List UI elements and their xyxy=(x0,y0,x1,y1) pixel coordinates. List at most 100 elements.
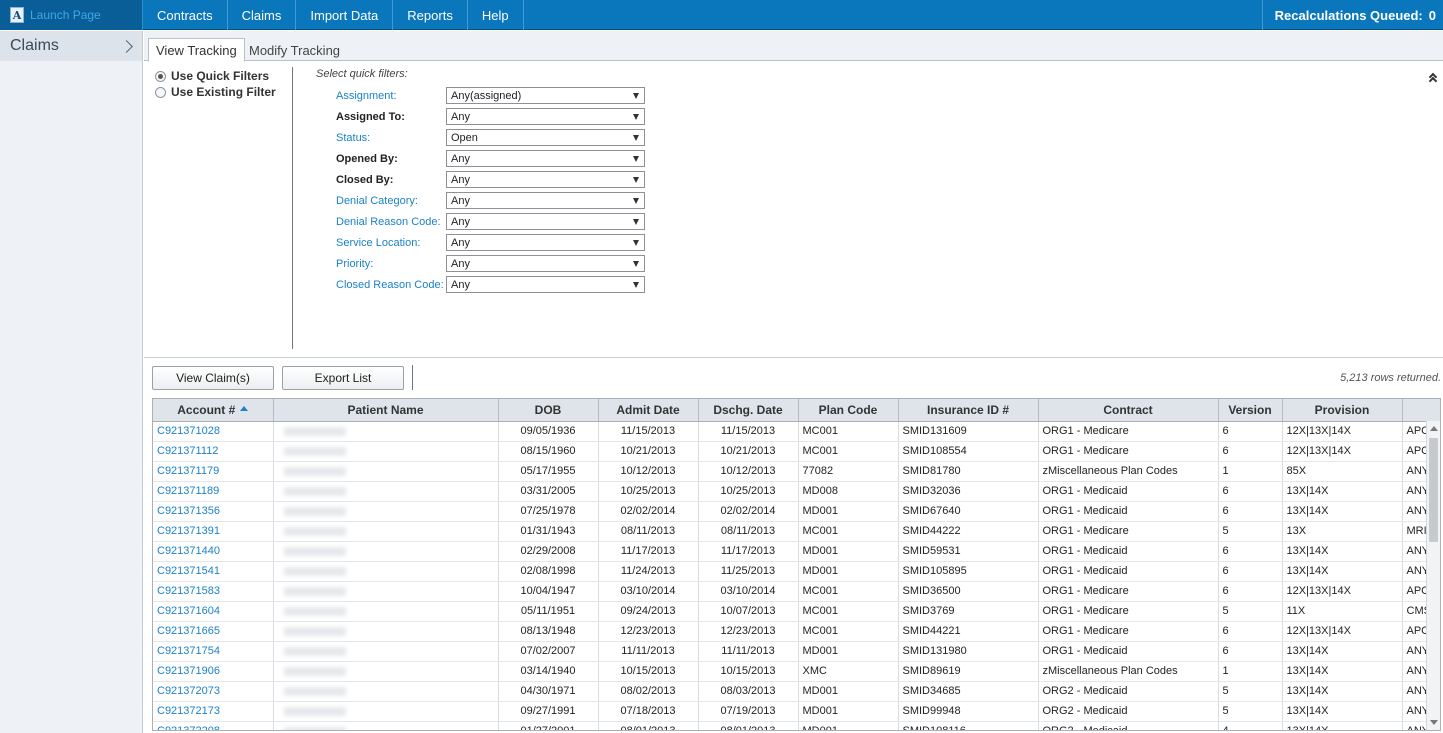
quick-filter-select[interactable]: Any(assigned) xyxy=(446,87,645,104)
grid-vertical-scrollbar[interactable] xyxy=(1426,421,1440,730)
launch-page-link[interactable]: A Launch Page xyxy=(0,0,143,30)
dropdown-arrow-icon[interactable] xyxy=(633,155,639,162)
account-link[interactable]: C921372208 xyxy=(153,721,274,730)
column-header-dob[interactable]: DOB xyxy=(498,399,599,422)
quick-filter-label[interactable]: Service Location: xyxy=(336,237,446,249)
account-link[interactable]: C921371189 xyxy=(153,481,274,502)
dropdown-arrow-icon[interactable] xyxy=(633,113,639,120)
quick-filter-select[interactable]: Any xyxy=(446,150,645,167)
account-link[interactable]: C921372173 xyxy=(153,701,274,722)
table-row[interactable]: C921372073 04/30/1971 08/02/2013 08/03/2013… xyxy=(153,681,1440,702)
account-link[interactable]: C921371665 xyxy=(153,621,274,642)
account-link[interactable]: C921371583 xyxy=(153,581,274,602)
table-row[interactable]: C921371665 08/13/1948 12/23/2013 12/23/2013… xyxy=(153,621,1440,642)
menu-import-data[interactable]: Import Data xyxy=(296,0,394,30)
scroll-up-icon[interactable] xyxy=(1430,426,1438,431)
collapse-panel-icon[interactable] xyxy=(1427,72,1439,88)
dropdown-arrow-icon[interactable] xyxy=(633,197,639,204)
table-row[interactable]: C921371179 05/17/1955 10/12/2013 10/12/2013… xyxy=(153,461,1440,482)
column-header-version[interactable]: Version xyxy=(1218,399,1283,422)
radio-selected-icon[interactable] xyxy=(155,70,166,82)
quick-filter-select[interactable]: Open xyxy=(446,129,645,146)
cell-dob: 02/29/2008 xyxy=(498,541,599,562)
column-header-admit-date[interactable]: Admit Date xyxy=(598,399,699,422)
quick-filter-label[interactable]: Assignment: xyxy=(336,90,446,102)
menu-contracts[interactable]: Contracts xyxy=(143,0,228,30)
cell-patient-name-redacted xyxy=(273,681,499,702)
sort-ascending-icon[interactable] xyxy=(240,406,249,412)
column-header-dschg-date[interactable]: Dschg. Date xyxy=(698,399,799,422)
dropdown-arrow-icon[interactable] xyxy=(633,176,639,183)
quick-filter-select[interactable]: Any xyxy=(446,255,645,272)
table-row[interactable]: C921371541 02/08/1998 11/24/2013 11/25/2013… xyxy=(153,561,1440,582)
view-claims-button[interactable]: View Claim(s) xyxy=(152,366,274,390)
cell-plan-code: MD001 xyxy=(798,641,899,662)
scroll-down-icon[interactable] xyxy=(1430,720,1438,725)
tab-modify-tracking[interactable]: Modify Tracking xyxy=(242,38,347,62)
column-header-provision[interactable]: Provision xyxy=(1282,399,1403,422)
column-header-plan-code[interactable]: Plan Code xyxy=(798,399,899,422)
quick-filter-select[interactable]: Any xyxy=(446,234,645,251)
table-row[interactable]: C921371356 07/25/1978 02/02/2014 02/02/2014… xyxy=(153,501,1440,522)
quick-filters-option[interactable]: Use Quick Filters xyxy=(155,69,269,83)
quick-filter-select[interactable]: Any xyxy=(446,192,645,209)
quick-filter-select[interactable]: Any xyxy=(446,276,645,293)
account-link[interactable]: C921371906 xyxy=(153,661,274,682)
quick-filter-label: Opened By: xyxy=(336,152,398,165)
quick-filter-label[interactable]: Denial Category: xyxy=(336,195,446,207)
chevron-right-icon[interactable] xyxy=(120,39,133,53)
menu-help[interactable]: Help xyxy=(468,0,524,30)
account-link[interactable]: C921371179 xyxy=(153,461,274,482)
column-header-contract[interactable]: Contract xyxy=(1038,399,1219,422)
existing-filter-option[interactable]: Use Existing Filter xyxy=(155,85,276,99)
table-row[interactable]: C921371906 03/14/1940 10/15/2013 10/15/2013… xyxy=(153,661,1440,682)
table-row[interactable]: C921371189 03/31/2005 10/25/2013 10/25/2013… xyxy=(153,481,1440,502)
quick-filter-select[interactable]: Any xyxy=(446,108,645,125)
table-row[interactable]: C921371440 02/29/2008 11/17/2013 11/17/2013… xyxy=(153,541,1440,562)
quick-filter-label: Closed By: xyxy=(336,173,394,186)
account-link[interactable]: C921371391 xyxy=(153,521,274,542)
quick-filter-label[interactable]: Closed Reason Code: xyxy=(336,279,446,291)
menu-reports[interactable]: Reports xyxy=(393,0,468,30)
cell-dschg-date: 02/02/2014 xyxy=(698,501,799,522)
column-header-account[interactable]: Account # xyxy=(153,399,274,422)
account-link[interactable]: C921371028 xyxy=(153,421,274,442)
table-row[interactable]: C921371028 09/05/1936 11/15/2013 11/15/2013… xyxy=(153,421,1440,442)
column-header-insurance-id[interactable]: Insurance ID # xyxy=(898,399,1039,422)
dropdown-arrow-icon[interactable] xyxy=(633,239,639,246)
quick-filter-select[interactable]: Any xyxy=(446,213,645,230)
radio-unselected-icon[interactable] xyxy=(155,86,166,98)
table-row[interactable]: C921372208 01/27/2001 08/01/2013 08/01/2013… xyxy=(153,721,1440,730)
account-link[interactable]: C921372073 xyxy=(153,681,274,702)
table-row[interactable]: C921371391 01/31/1943 08/11/2013 08/11/2013… xyxy=(153,521,1440,542)
quick-filter-label[interactable]: Status: xyxy=(336,132,446,144)
account-link[interactable]: C921371754 xyxy=(153,641,274,662)
dropdown-arrow-icon[interactable] xyxy=(633,281,639,288)
sidebar-header[interactable]: Claims xyxy=(0,31,142,61)
tab-view-tracking[interactable]: View Tracking xyxy=(148,38,245,62)
account-link[interactable]: C921371356 xyxy=(153,501,274,522)
menu-claims[interactable]: Claims xyxy=(228,0,297,30)
table-row[interactable]: C921371754 07/02/2007 11/11/2013 11/11/2013… xyxy=(153,641,1440,662)
dropdown-arrow-icon[interactable] xyxy=(633,134,639,141)
table-row[interactable]: C921371604 05/11/1951 09/24/2013 10/07/2013… xyxy=(153,601,1440,622)
quick-filter-label[interactable]: Denial Reason Code: xyxy=(336,216,446,228)
quick-filter-label[interactable]: Priority: xyxy=(336,258,446,270)
account-link[interactable]: C921371541 xyxy=(153,561,274,582)
dropdown-arrow-icon[interactable] xyxy=(633,260,639,267)
quick-filter-select[interactable]: Any xyxy=(446,171,645,188)
column-header-extra[interactable] xyxy=(1402,399,1440,422)
export-list-button[interactable]: Export List xyxy=(282,366,404,390)
dropdown-arrow-icon[interactable] xyxy=(633,218,639,225)
table-row[interactable]: C921372173 09/27/1991 07/18/2013 07/19/2013… xyxy=(153,701,1440,722)
account-link[interactable]: C921371604 xyxy=(153,601,274,622)
dropdown-arrow-icon[interactable] xyxy=(633,92,639,99)
table-row[interactable]: C921371112 08/15/1960 10/21/2013 10/21/2013… xyxy=(153,441,1440,462)
account-link[interactable]: C921371440 xyxy=(153,541,274,562)
scrollbar-thumb[interactable] xyxy=(1429,438,1438,542)
cell-dschg-date: 07/19/2013 xyxy=(698,701,799,722)
table-row[interactable]: C921371583 10/04/1947 03/10/2014 03/10/2014… xyxy=(153,581,1440,602)
account-link[interactable]: C921371112 xyxy=(153,441,274,462)
column-header-patient-name[interactable]: Patient Name xyxy=(273,399,499,422)
cell-provision: 13X|14X xyxy=(1282,641,1403,662)
